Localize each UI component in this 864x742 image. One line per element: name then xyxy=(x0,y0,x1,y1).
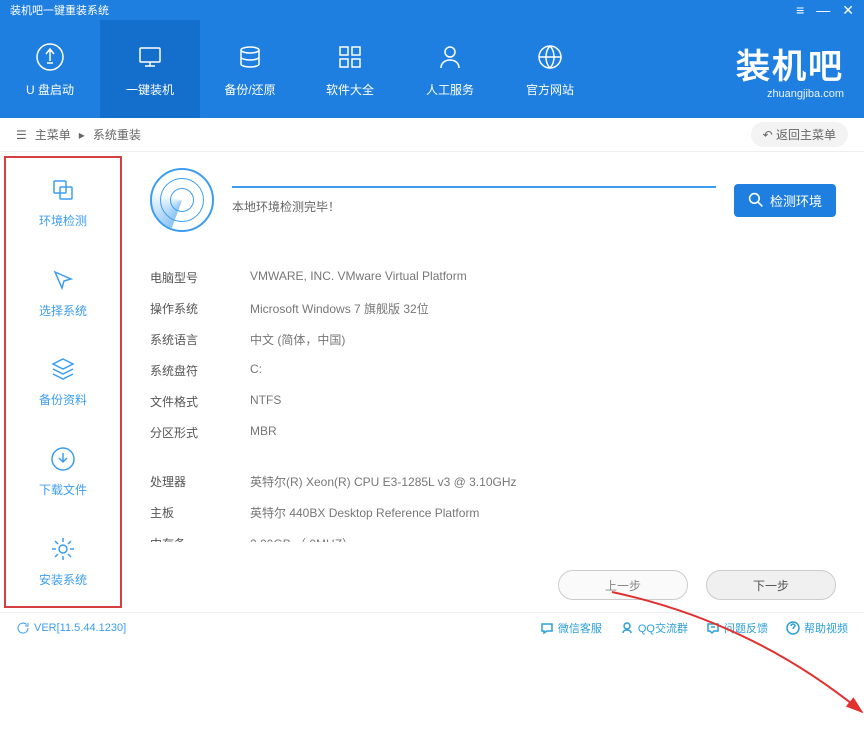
nav-website[interactable]: 官方网站 xyxy=(500,20,600,118)
nav-backup-restore[interactable]: 备份/还原 xyxy=(200,20,300,118)
close-icon[interactable]: ✕ xyxy=(842,2,854,19)
sidebar-item-download[interactable]: 下载文件 xyxy=(6,427,120,517)
wechat-support-link[interactable]: 微信客服 xyxy=(540,620,602,636)
status-text: 本地环境检测完毕！ xyxy=(232,198,716,215)
sidebar-item-backup[interactable]: 备份资料 xyxy=(6,337,120,427)
breadcrumb-root[interactable]: 主菜单 xyxy=(35,126,71,143)
back-main-menu-button[interactable]: ↶ 返回主菜单 xyxy=(751,122,848,147)
list-icon: ☰ xyxy=(16,128,27,142)
sidebar: 环境检测 选择系统 备份资料 下载文件 安装系统 xyxy=(4,156,122,608)
qq-icon xyxy=(620,621,634,635)
nav-label: 官方网站 xyxy=(526,81,574,98)
info-row: 操作系统Microsoft Windows 7 旗舰版 32位 xyxy=(150,293,826,324)
sidebar-item-install[interactable]: 安装系统 xyxy=(6,516,120,606)
minimize-icon[interactable]: — xyxy=(816,2,830,19)
nav-label: U 盘启动 xyxy=(26,81,74,98)
prev-step-button[interactable]: 上一步 xyxy=(558,570,688,600)
sidebar-item-env-check[interactable]: 环境检测 xyxy=(6,158,120,248)
download-icon xyxy=(49,445,77,473)
nav-support[interactable]: 人工服务 xyxy=(400,20,500,118)
breadcrumb-current: 系统重装 xyxy=(93,126,141,143)
menu-icon[interactable]: ≡ xyxy=(796,2,804,19)
sidebar-item-label: 选择系统 xyxy=(39,302,87,319)
brand-url: zhuangjiba.com xyxy=(736,88,844,100)
feedback-icon xyxy=(706,621,720,635)
annotation-arrow xyxy=(602,582,864,742)
sidebar-item-select-system[interactable]: 选择系统 xyxy=(6,248,120,338)
back-arrow-icon: ↶ xyxy=(763,128,776,142)
detect-btn-label: 检测环境 xyxy=(770,191,822,210)
copy-icon xyxy=(49,176,77,204)
breadcrumb: ☰ 主菜单 ▸ 系统重装 ↶ 返回主菜单 xyxy=(0,118,864,152)
info-row: 文件格式NTFS xyxy=(150,386,826,417)
version-label[interactable]: VER[11.5.44.1230] xyxy=(16,621,126,635)
info-row: 分区形式MBR xyxy=(150,417,826,448)
nav-label: 一键装机 xyxy=(126,81,174,98)
info-row: 主板英特尔 440BX Desktop Reference Platform xyxy=(150,497,826,528)
footer: VER[11.5.44.1230] 微信客服 QQ交流群 问题反馈 帮助视频 xyxy=(0,612,864,642)
info-row: 系统语言中文 (简体，中国) xyxy=(150,324,826,355)
nav-software[interactable]: 软件大全 xyxy=(300,20,400,118)
gear-icon xyxy=(49,535,77,563)
titlebar: 装机吧一键重装系统 ≡ — ✕ xyxy=(0,0,864,20)
top-nav: U 盘启动 一键装机 备份/还原 软件大全 人工服务 官方网站 装机吧 zhua… xyxy=(0,20,864,118)
progress-bar xyxy=(232,186,716,188)
content-panel: 本地环境检测完毕！ 检测环境 电脑型号VMWARE, INC. VMware V… xyxy=(122,152,864,612)
info-row: 处理器英特尔(R) Xeon(R) CPU E3-1285L v3 @ 3.10… xyxy=(150,466,826,497)
detect-environment-button[interactable]: 检测环境 xyxy=(734,184,836,217)
radar-icon xyxy=(150,168,214,232)
help-icon xyxy=(786,621,800,635)
info-row: 系统盘符C: xyxy=(150,355,826,386)
chat-icon xyxy=(540,621,554,635)
nav-usb-boot[interactable]: U 盘启动 xyxy=(0,20,100,118)
window-title: 装机吧一键重装系统 xyxy=(10,2,109,18)
nav-label: 备份/还原 xyxy=(224,81,275,98)
brand-logo: 装机吧 zhuangjiba.com xyxy=(736,39,864,100)
chevron-right-icon: ▸ xyxy=(79,128,85,142)
nav-one-key-install[interactable]: 一键装机 xyxy=(100,20,200,118)
system-info[interactable]: 电脑型号VMWARE, INC. VMware Virtual Platform… xyxy=(150,262,836,542)
qq-group-link[interactable]: QQ交流群 xyxy=(620,620,688,636)
sidebar-item-label: 安装系统 xyxy=(39,571,87,588)
nav-label: 软件大全 xyxy=(326,81,374,98)
sidebar-item-label: 下载文件 xyxy=(39,481,87,498)
brand-name: 装机吧 xyxy=(736,39,844,88)
info-row: 电脑型号VMWARE, INC. VMware Virtual Platform xyxy=(150,262,826,293)
nav-label: 人工服务 xyxy=(426,81,474,98)
refresh-icon xyxy=(16,621,30,635)
feedback-link[interactable]: 问题反馈 xyxy=(706,620,768,636)
sidebar-item-label: 备份资料 xyxy=(39,391,87,408)
info-row: 内存条2.00GB （ 0MHZ） xyxy=(150,528,826,542)
layers-icon xyxy=(49,355,77,383)
search-icon xyxy=(748,192,764,208)
sidebar-item-label: 环境检测 xyxy=(39,212,87,229)
help-video-link[interactable]: 帮助视频 xyxy=(786,620,848,636)
cursor-icon xyxy=(49,266,77,294)
next-step-button[interactable]: 下一步 xyxy=(706,570,836,600)
